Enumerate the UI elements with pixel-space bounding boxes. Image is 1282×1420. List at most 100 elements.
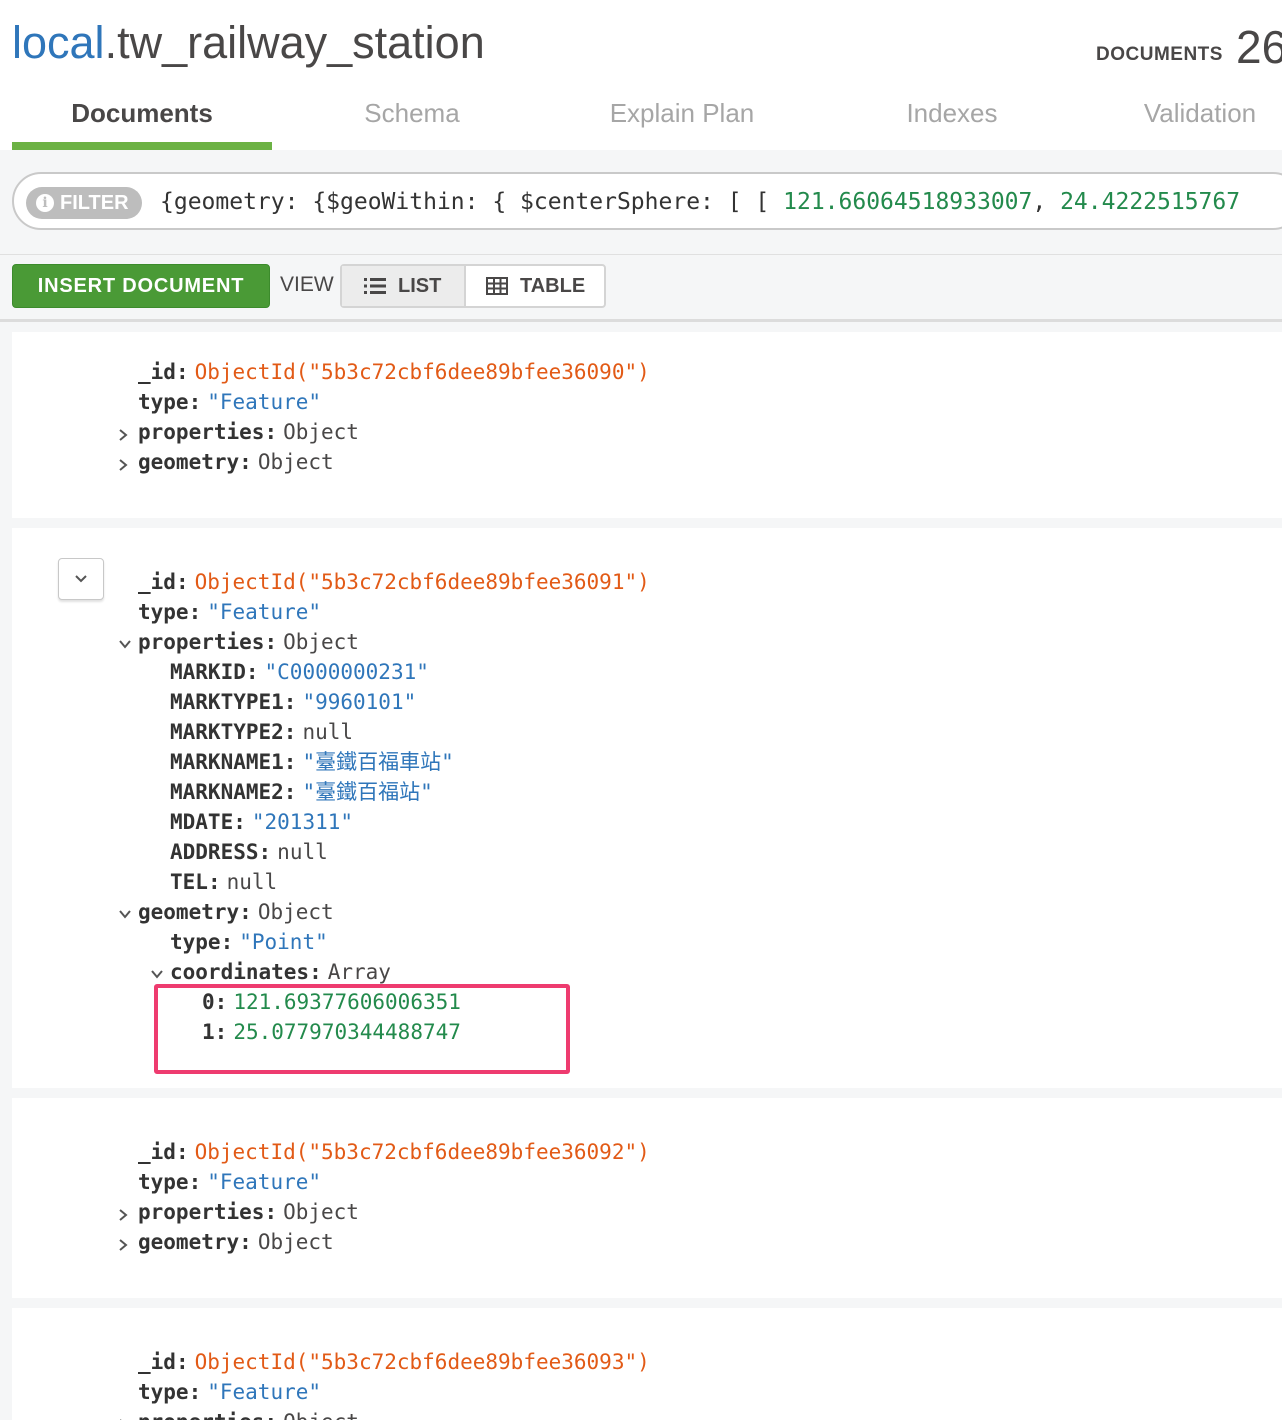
field-value: Object: [257, 450, 334, 474]
view-table-label: TABLE: [520, 275, 586, 297]
field-value: "Feature": [207, 390, 322, 414]
field-type: type: "Feature": [138, 1380, 322, 1404]
tab-indexes[interactable]: Indexes: [822, 86, 1082, 142]
field-key: MARKTYPE2: [170, 720, 284, 744]
tab-schema[interactable]: Schema: [282, 86, 542, 142]
field-value: Object: [257, 900, 334, 924]
tab-explain-plan[interactable]: Explain Plan: [552, 86, 812, 142]
chevron-right-icon[interactable]: [116, 1208, 130, 1222]
field-value: ObjectId("5b3c72cbf6dee89bfee36091"): [194, 570, 650, 594]
field-geometry-type: type: "Point": [170, 930, 328, 954]
view-label: VIEW: [280, 273, 334, 296]
tab-validation[interactable]: Validation: [1090, 86, 1282, 142]
field-value: null: [226, 870, 278, 894]
field-value: "Feature": [207, 1380, 322, 1404]
field-coordinates[interactable]: coordinates: Array: [170, 957, 391, 987]
collapse-document-button[interactable]: [58, 558, 104, 600]
field-id: _id: ObjectId("5b3c72cbf6dee89bfee36091"): [138, 570, 650, 594]
list-icon: [364, 278, 386, 294]
filter-query-latitude: 24.4222515767: [1060, 189, 1241, 215]
insert-document-button[interactable]: INSERT DOCUMENT: [12, 264, 270, 308]
field-properties[interactable]: properties:Object: [138, 1407, 359, 1420]
field-key: MDATE: [170, 810, 234, 834]
document-card[interactable]: _id: ObjectId("5b3c72cbf6dee89bfee36093")…: [12, 1308, 1282, 1420]
view-list-button[interactable]: LIST: [342, 266, 466, 306]
database-name[interactable]: local: [12, 17, 105, 68]
document-card-expanded[interactable]: _id: ObjectId("5b3c72cbf6dee89bfee36091")…: [12, 528, 1282, 1088]
field-key: properties: [138, 630, 265, 654]
documents-count-label: DOCUMENTS: [1096, 44, 1223, 65]
field-key: coordinates: [170, 960, 310, 984]
field-value: "Point": [239, 930, 328, 954]
field-key: type: [138, 390, 189, 414]
field-markname2: MARKNAME2: "臺鐵百福站": [170, 780, 433, 804]
filter-input[interactable]: i FILTER {geometry: {$geoWithin: { $cent…: [12, 172, 1282, 230]
tab-documents[interactable]: Documents: [12, 86, 272, 142]
field-key: _id: [138, 570, 176, 594]
field-value: "201311": [251, 810, 354, 834]
collection-name: .tw_railway_station: [104, 17, 485, 68]
field-value: "臺鐵百福車站": [302, 750, 454, 774]
field-type: type: "Feature": [138, 600, 322, 624]
chevron-down-icon: [75, 575, 87, 583]
field-geometry[interactable]: geometry: Object: [138, 1227, 334, 1257]
field-key: type: [138, 1170, 189, 1194]
info-icon: i: [36, 194, 54, 212]
field-value: Object: [283, 1410, 359, 1420]
field-value: ObjectId("5b3c72cbf6dee89bfee36092"): [194, 1140, 650, 1164]
field-value: Object: [257, 1230, 334, 1254]
field-id: _id: ObjectId("5b3c72cbf6dee89bfee36092"): [138, 1140, 650, 1164]
field-geometry[interactable]: geometry: Object: [138, 897, 334, 927]
field-properties[interactable]: properties:Object: [138, 417, 359, 447]
view-table-button[interactable]: TABLE: [466, 266, 604, 306]
field-type: type: "Feature": [138, 1170, 322, 1194]
view-toggle-group: LIST TABLE: [340, 264, 606, 308]
view-list-label: LIST: [398, 275, 442, 297]
table-icon: [486, 277, 508, 295]
field-properties[interactable]: properties:Object: [138, 1197, 359, 1227]
field-key: type: [138, 1380, 189, 1404]
chevron-down-icon[interactable]: [150, 967, 164, 981]
field-key: _id: [138, 1350, 176, 1374]
filter-pill[interactable]: i FILTER: [26, 187, 142, 219]
filter-query-separator: ,: [1032, 189, 1061, 215]
document-card[interactable]: _id: ObjectId("5b3c72cbf6dee89bfee36092")…: [12, 1098, 1282, 1298]
field-type: type: "Feature": [138, 390, 322, 414]
documents-toolbar: INSERT DOCUMENT VIEW LIST TABLE: [0, 255, 1282, 322]
field-value: ObjectId("5b3c72cbf6dee89bfee36093"): [194, 1350, 650, 1374]
chevron-down-icon[interactable]: [118, 907, 132, 921]
field-key: _id: [138, 360, 176, 384]
chevron-right-icon[interactable]: [116, 428, 130, 442]
field-key: _id: [138, 1140, 176, 1164]
field-key: MARKID: [170, 660, 246, 684]
field-value: Array: [327, 960, 391, 984]
field-value: "C0000000231": [264, 660, 429, 684]
field-value: "9960101": [302, 690, 417, 714]
document-card[interactable]: _id: ObjectId("5b3c72cbf6dee89bfee36090")…: [12, 332, 1282, 518]
field-id: _id: ObjectId("5b3c72cbf6dee89bfee36093"): [138, 1350, 650, 1374]
field-value: Object: [283, 1200, 359, 1224]
field-key: geometry: [138, 900, 240, 924]
field-key: type: [170, 930, 221, 954]
field-value: "臺鐵百福站": [302, 780, 433, 804]
filter-query-text[interactable]: {geometry: {$geoWithin: { $centerSphere:…: [160, 186, 1240, 218]
field-key: ADDRESS: [170, 840, 259, 864]
chevron-down-icon[interactable]: [118, 637, 132, 651]
field-value: Object: [283, 630, 359, 654]
field-id: _id: ObjectId("5b3c72cbf6dee89bfee36090"): [138, 360, 650, 384]
documents-count-value: 26: [1236, 21, 1282, 73]
field-key: type: [138, 600, 189, 624]
field-properties[interactable]: properties:Object: [138, 627, 359, 657]
chevron-right-icon[interactable]: [116, 1238, 130, 1252]
chevron-right-icon[interactable]: [116, 458, 130, 472]
namespace-title: local.tw_railway_station: [12, 14, 485, 72]
highlight-annotation-box: [154, 984, 570, 1074]
active-tab-indicator: [12, 142, 272, 150]
field-key: MARKNAME2: [170, 780, 284, 804]
field-value: "Feature": [207, 1170, 322, 1194]
field-value: null: [302, 720, 354, 744]
field-geometry[interactable]: geometry: Object: [138, 447, 334, 477]
filter-query-prefix: {geometry: {$geoWithin: { $centerSphere:…: [160, 189, 784, 215]
field-marktype2: MARKTYPE2: null: [170, 720, 354, 744]
field-value: "Feature": [207, 600, 322, 624]
